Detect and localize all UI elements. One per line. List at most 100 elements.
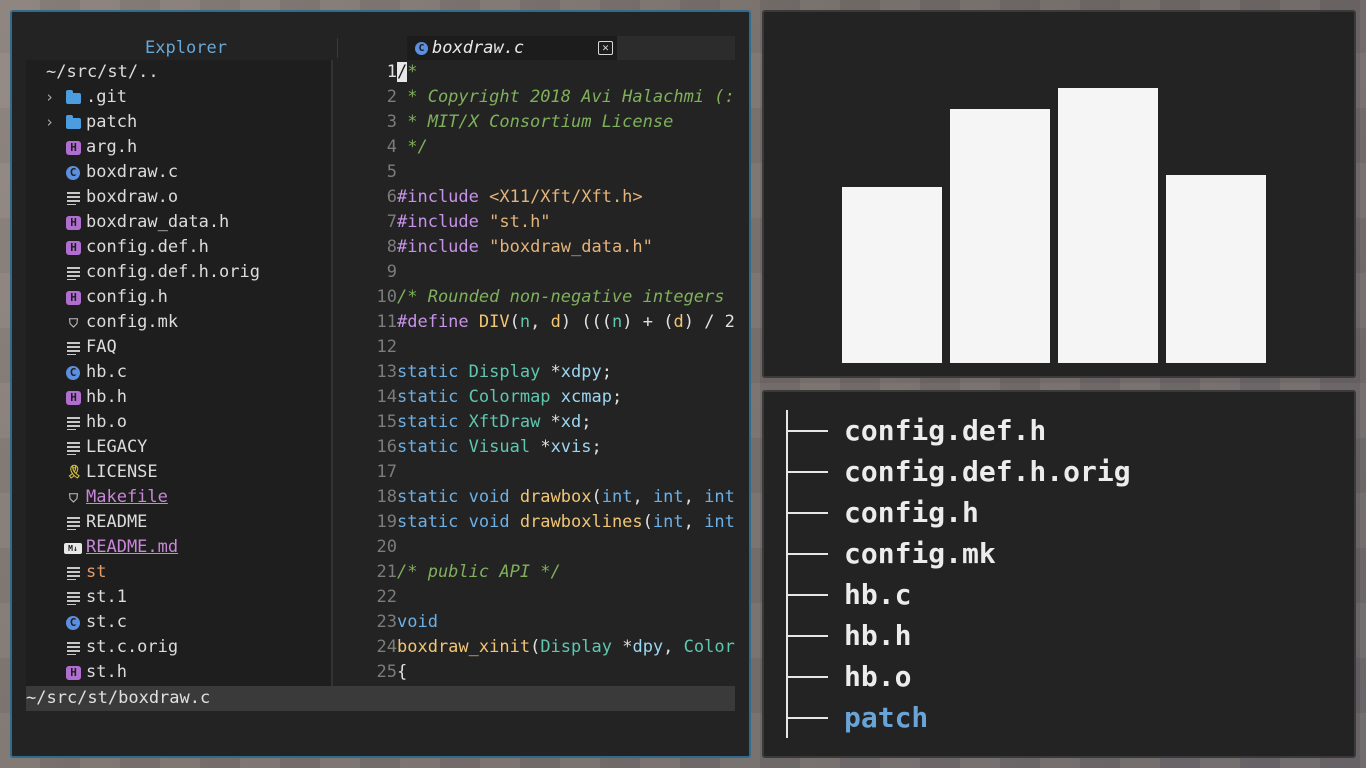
explorer-item[interactable]: hb.o (26, 410, 331, 435)
explorer-item-label: boxdraw.o (86, 187, 179, 207)
explorer-item[interactable]: Hst.h (26, 660, 331, 685)
file-tree-window: config.def.h config.def.h.orig config.h con… (762, 390, 1356, 758)
code-token: int (601, 487, 633, 507)
explorer-item[interactable]: README (26, 510, 331, 535)
code-token: n (612, 312, 623, 332)
code-line[interactable] (397, 460, 735, 485)
explorer-item[interactable]: › patch (26, 110, 331, 135)
tree-file-entry: config.h (786, 492, 1326, 533)
explorer-root-path[interactable]: ~/src/st/.. (46, 60, 159, 85)
explorer-item-label: boxdraw.c (86, 162, 179, 182)
explorer-item[interactable]: st (26, 560, 331, 585)
code-line[interactable]: #include "boxdraw_data.h" (397, 235, 735, 260)
code-line[interactable]: * MIT/X Consortium License (397, 110, 735, 135)
code-line[interactable]: static void drawbox(int, int, int, (397, 485, 735, 510)
explorer-item[interactable]: Hconfig.def.h (26, 235, 331, 260)
explorer-title[interactable]: Explorer (26, 36, 346, 60)
code-line[interactable]: */ (397, 135, 735, 160)
explorer-item[interactable]: Cboxdraw.c (26, 160, 331, 185)
explorer-divider[interactable] (331, 60, 333, 686)
explorer-item[interactable]: 🎗 LICENSE (26, 460, 331, 485)
explorer-item[interactable]: Hconfig.h (26, 285, 331, 310)
code-line[interactable]: static Colormap xcmap; (397, 385, 735, 410)
explorer-item[interactable]: Chb.c (26, 360, 331, 385)
code-token: * (622, 637, 633, 657)
explorer-item[interactable]: FAQ (26, 335, 331, 360)
code-line[interactable]: void (397, 610, 735, 635)
c-file-icon: C (66, 166, 80, 180)
line-number: 5 (386, 162, 397, 182)
code-line[interactable]: /* (397, 60, 735, 85)
code-line[interactable] (397, 535, 735, 560)
code-token: ; (581, 412, 592, 432)
code-line[interactable]: static Display *xdpy; (397, 360, 735, 385)
code-line[interactable]: boxdraw_xinit(Display *dpy, Colorm (397, 635, 735, 660)
explorer-item-label: st (86, 562, 107, 582)
explorer-item[interactable]: M↓ README.md (26, 535, 331, 560)
text-file-icon (66, 591, 81, 605)
code-token: * (407, 62, 418, 82)
close-icon[interactable]: ✕ (598, 41, 613, 55)
code-token: static (397, 437, 469, 457)
tree-branch-line (786, 676, 828, 678)
text-file-icon (66, 641, 81, 655)
explorer-item-label: config.mk (86, 312, 179, 332)
explorer-item-label: README.md (86, 537, 179, 557)
chevron-right-icon[interactable]: › (45, 110, 57, 135)
explorer-item[interactable]: config.def.h.orig (26, 260, 331, 285)
h-file-icon: H (66, 666, 81, 680)
explorer-item[interactable]: Cst.c (26, 610, 331, 635)
code-line[interactable]: static void drawboxlines(int, int, (397, 510, 735, 535)
code-line[interactable]: { (397, 660, 735, 685)
explorer-item[interactable]: LEGACY (26, 435, 331, 460)
explorer-item[interactable]: Hboxdraw_data.h (26, 210, 331, 235)
code-editor[interactable]: /* * Copyright 2018 Avi Halachmi (:a * M… (397, 60, 735, 686)
code-token: xvis (550, 437, 592, 457)
explorer-item-label: st.c (86, 612, 127, 632)
code-line[interactable] (397, 160, 735, 185)
explorer-item[interactable]: ⛉ Makefile (26, 485, 331, 510)
explorer-item-label: Makefile (86, 487, 168, 507)
line-number: 9 (386, 262, 397, 282)
file-explorer: ~/src/st/.. › .git › patch Harg.h Cboxdraw.c b… (26, 60, 331, 686)
tab-label[interactable]: boxdraw.c (432, 36, 524, 60)
code-line[interactable] (397, 335, 735, 360)
code-line[interactable]: /* Rounded non-negative integers d (397, 285, 735, 310)
explorer-item[interactable]: Harg.h (26, 135, 331, 160)
explorer-item[interactable]: › .git (26, 85, 331, 110)
text-file-icon (66, 566, 81, 580)
code-token: * (550, 362, 561, 382)
explorer-item-label: hb.h (86, 387, 127, 407)
code-token: d (550, 312, 561, 332)
explorer-item[interactable]: Hhb.h (26, 385, 331, 410)
text-file-icon (66, 191, 81, 205)
code-line[interactable]: /* public API */ (397, 560, 735, 585)
line-number: 16 (376, 437, 397, 457)
chart-bar (950, 109, 1050, 363)
code-token: * MIT/X Consortium License (397, 112, 674, 132)
code-line[interactable]: * Copyright 2018 Avi Halachmi (:a (397, 85, 735, 110)
explorer-item[interactable]: boxdraw.o (26, 185, 331, 210)
line-number: 6 (386, 187, 397, 207)
code-token: #include (397, 237, 490, 257)
code-line[interactable]: static XftDraw *xd; (397, 410, 735, 435)
tree-branch-line (786, 635, 828, 637)
code-line[interactable] (397, 585, 735, 610)
explorer-item[interactable]: ⛉ config.mk (26, 310, 331, 335)
line-number: 13 (376, 362, 397, 382)
folder-icon (66, 115, 81, 129)
code-line[interactable]: #include "st.h" (397, 210, 735, 235)
explorer-item[interactable]: st.1 (26, 585, 331, 610)
line-number: 12 (376, 337, 397, 357)
code-line[interactable]: static Visual *xvis; (397, 435, 735, 460)
explorer-item[interactable]: st.c.orig (26, 635, 331, 660)
code-line[interactable]: #include <X11/Xft/Xft.h> (397, 185, 735, 210)
chevron-right-icon[interactable]: › (45, 85, 57, 110)
code-line[interactable]: #define DIV(n, d) (((n) + (d) / 2) (397, 310, 735, 335)
tree-file-entry: config.def.h (786, 410, 1326, 451)
code-token: drawboxlines (519, 512, 643, 532)
code-token: , (663, 637, 684, 657)
markdown-icon: M↓ (64, 543, 82, 554)
code-line[interactable] (397, 260, 735, 285)
line-number: 11 (376, 312, 397, 332)
